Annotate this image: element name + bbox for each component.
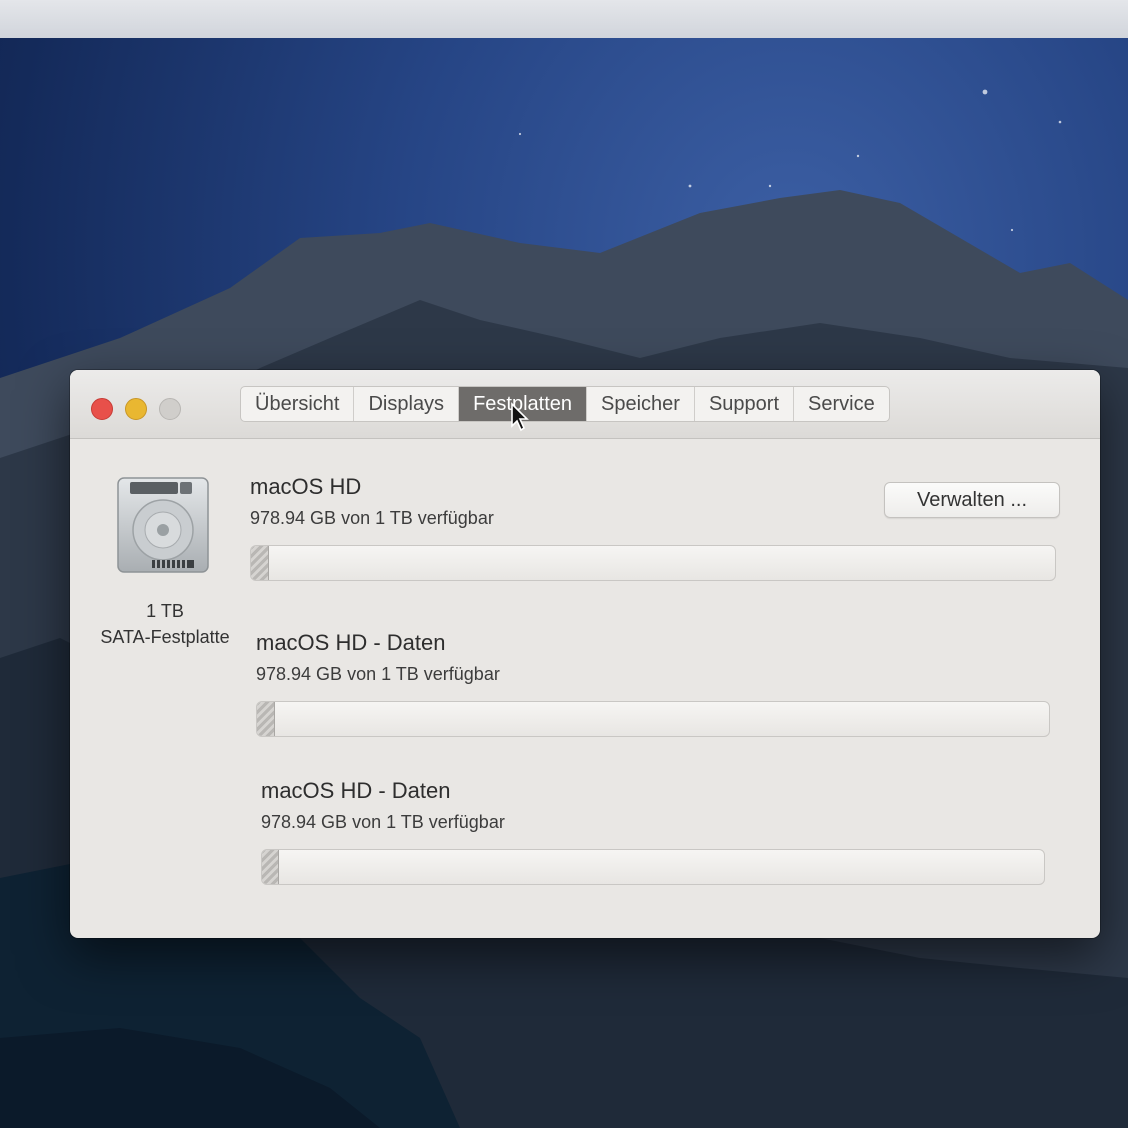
disk-type: SATA-Festplatte [100,627,230,647]
volume-name: macOS HD - Daten [256,630,446,655]
disk-caption: 1 TB SATA-Festplatte [90,598,240,650]
titlebar: Übersicht Displays Festplatten Speicher … [70,370,1100,439]
volume-name: macOS HD - Daten [261,778,451,803]
storage-bar [250,545,1056,581]
storage-bar-used [251,546,269,580]
storage-bar [256,701,1050,737]
tab-bar: Übersicht Displays Festplatten Speicher … [240,386,890,422]
volume-1: macOS HD 978.94 GB von 1 TB verfügbar [250,474,1056,581]
storage-bar-used [262,850,280,884]
minimize-button[interactable] [125,398,147,420]
disk-size: 1 TB [146,601,184,621]
tab-ubersicht[interactable]: Übersicht [241,387,355,421]
volume-info: 978.94 GB von 1 TB verfügbar [256,664,500,684]
system-info-window: Übersicht Displays Festplatten Speicher … [70,370,1100,938]
zoom-button[interactable] [159,398,181,420]
volume-info: 978.94 GB von 1 TB verfügbar [261,812,505,832]
tab-speicher[interactable]: Speicher [587,387,695,421]
close-button[interactable] [91,398,113,420]
volume-name: macOS HD [250,474,362,499]
volume-info: 978.94 GB von 1 TB verfügbar [250,508,494,528]
tab-support[interactable]: Support [695,387,795,421]
volume-3: macOS HD - Daten 978.94 GB von 1 TB verf… [261,778,1045,885]
tab-service[interactable]: Service [794,387,889,421]
screen-bezel [0,0,1128,42]
volume-2: macOS HD - Daten 978.94 GB von 1 TB verf… [256,630,1050,737]
mouse-pointer-icon [511,402,529,432]
tab-displays[interactable]: Displays [354,387,460,421]
hard-drive-icon [117,477,209,573]
storage-bar-used [257,702,275,736]
desktop: Übersicht Displays Festplatten Speicher … [0,0,1128,1128]
storage-bar [261,849,1045,885]
